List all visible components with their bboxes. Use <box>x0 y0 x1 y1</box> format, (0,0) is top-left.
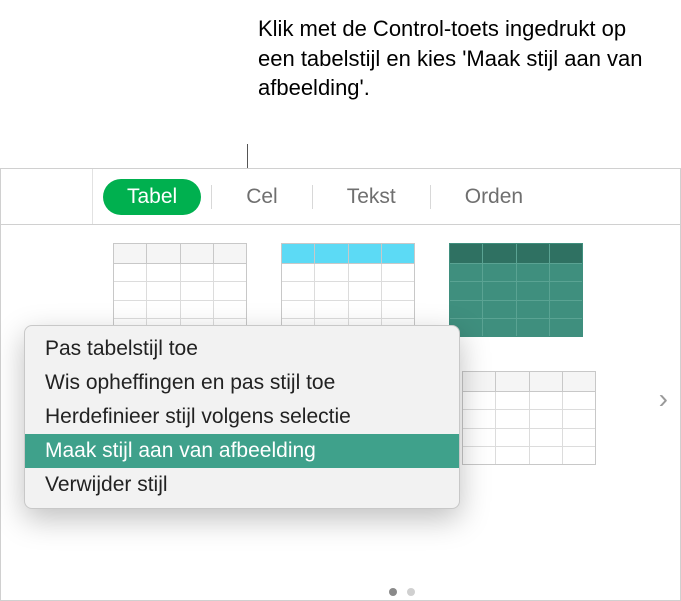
table-thumb-grid <box>114 244 246 336</box>
tab-bar: Tabel Cel Tekst Orden <box>1 169 680 225</box>
tab-cel[interactable]: Cel <box>222 179 302 215</box>
table-style-thumb-3[interactable] <box>449 243 583 337</box>
tab-divider <box>312 185 313 209</box>
page-dot-2[interactable] <box>407 588 415 596</box>
tab-tekst[interactable]: Tekst <box>323 179 420 215</box>
table-thumb-grid <box>282 244 414 336</box>
tab-tabel[interactable]: Tabel <box>103 179 201 215</box>
menu-item-delete-style[interactable]: Verwijder stijl <box>25 468 459 502</box>
tab-divider <box>430 185 431 209</box>
callout-instruction: Klik met de Control-toets ingedrukt op e… <box>258 14 658 103</box>
page-dot-1[interactable] <box>389 588 397 596</box>
menu-item-create-style-from-image[interactable]: Maak stijl aan van afbeelding <box>25 434 459 468</box>
menu-item-clear-overrides[interactable]: Wis opheffingen en pas stijl toe <box>25 366 459 400</box>
table-thumb-grid <box>450 244 582 336</box>
table-style-thumb-1[interactable] <box>113 243 247 337</box>
tab-divider <box>211 185 212 209</box>
table-style-thumb-2[interactable] <box>281 243 415 337</box>
chevron-right-icon: › <box>659 383 668 414</box>
tab-bar-spacer <box>15 169 93 224</box>
table-thumb-grid <box>463 372 595 464</box>
page-indicator <box>389 588 415 596</box>
context-menu: Pas tabelstijl toe Wis opheffingen en pa… <box>24 325 460 509</box>
menu-item-apply-style[interactable]: Pas tabelstijl toe <box>25 332 459 366</box>
table-styles-row <box>113 243 662 337</box>
table-style-thumb-4[interactable] <box>462 371 596 465</box>
menu-item-redefine-style[interactable]: Herdefinieer stijl volgens selectie <box>25 400 459 434</box>
styles-next-page-button[interactable]: › <box>659 383 668 415</box>
tab-orden[interactable]: Orden <box>441 179 547 215</box>
